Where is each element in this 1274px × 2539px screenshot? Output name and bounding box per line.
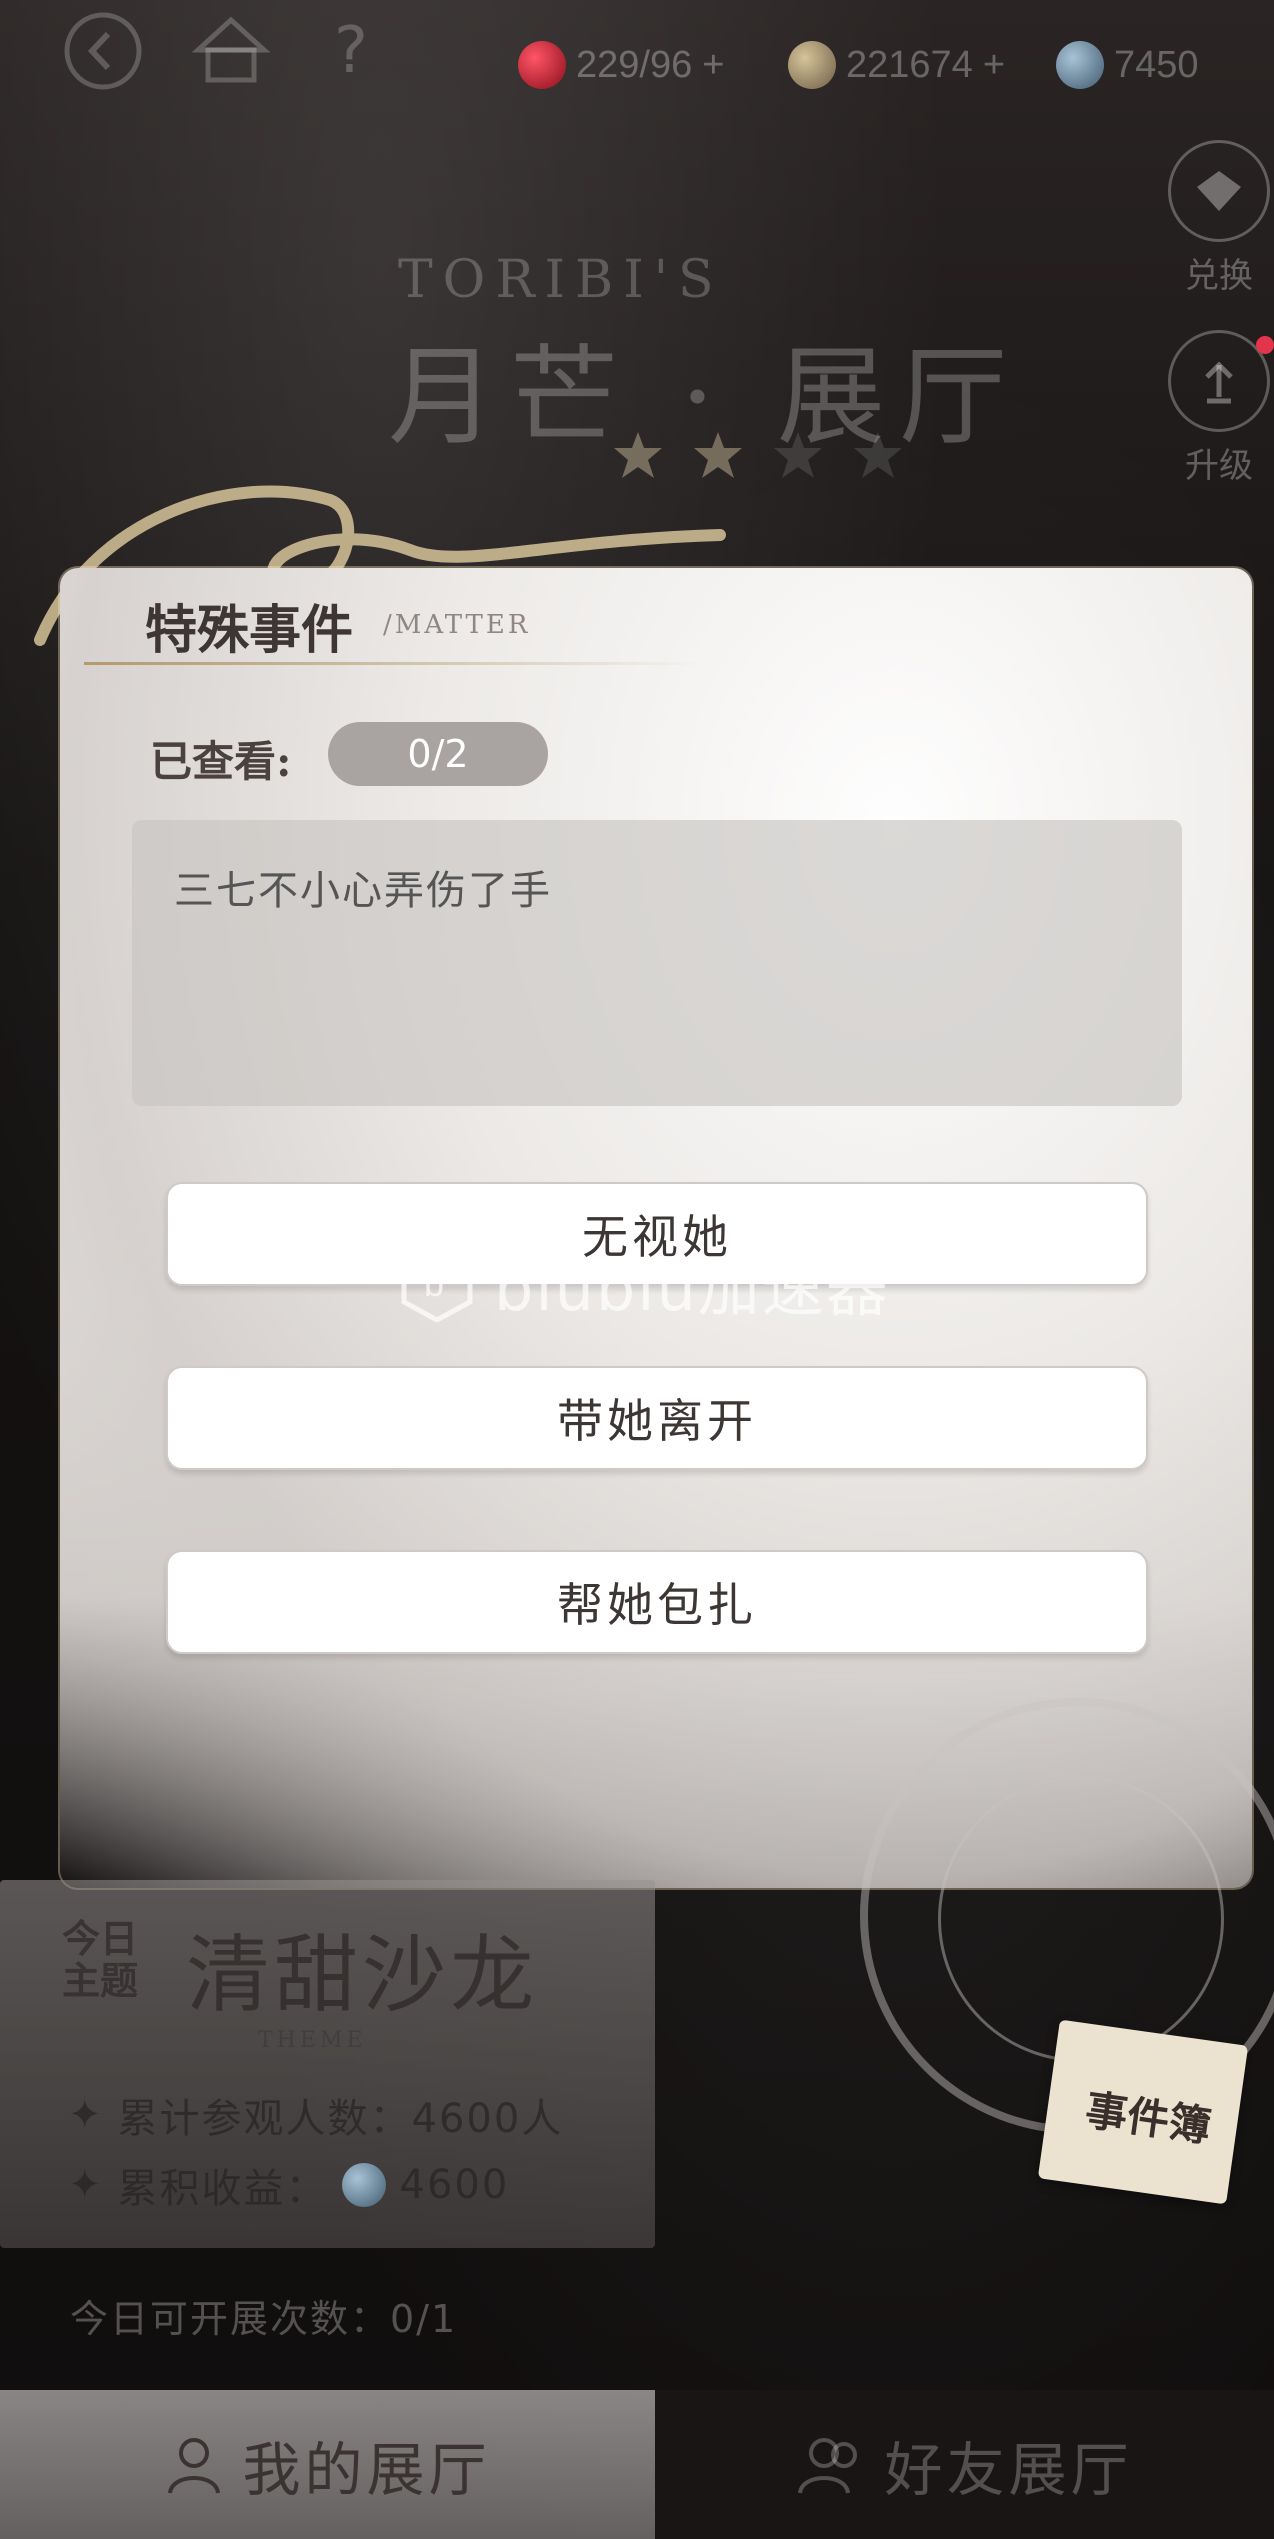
brand-english: TORIBI'S xyxy=(398,250,724,310)
exchange-button[interactable]: 兑换 xyxy=(1164,140,1274,297)
help-icon[interactable]: ? xyxy=(310,10,392,92)
income-value: 4600 xyxy=(399,2162,510,2208)
gold-resource[interactable]: 221674 + xyxy=(788,38,1005,92)
person-icon xyxy=(168,2437,221,2494)
event-notebook-button[interactable]: 事件簿 xyxy=(1037,2019,1249,2205)
visitors-label: 累计参观人数：4600人 xyxy=(117,2096,564,2142)
watermark-text: biubiu加速器 xyxy=(494,1252,890,1325)
event-description: 三七不小心弄伤了手 xyxy=(174,868,552,914)
exchange-icon xyxy=(1168,140,1270,242)
ruby-resource[interactable]: 229/96 + xyxy=(518,38,724,92)
choice-bandage-button[interactable]: 帮她包扎 xyxy=(166,1550,1148,1654)
theme-name: 清甜沙龙 xyxy=(186,1926,539,2024)
panel-title: 特殊事件 xyxy=(145,600,354,661)
gold-value: 221674 xyxy=(846,43,973,86)
home-icon[interactable] xyxy=(190,10,272,92)
title-divider xyxy=(84,662,704,665)
gold-plus-button[interactable]: + xyxy=(983,44,1005,87)
upgrade-label: 升级 xyxy=(1185,446,1253,486)
gold-coin-icon xyxy=(788,41,836,89)
svg-text:b: b xyxy=(424,1263,446,1304)
theme-english: THEME xyxy=(258,2028,367,2053)
watermark: b biubiu加速器 xyxy=(398,1238,890,1328)
income-stat: ✦ 累积收益： 4600 xyxy=(68,2156,509,2214)
panel-title-english: /MATTER xyxy=(383,610,531,640)
tab-friend-hall[interactable]: 好友展厅 xyxy=(655,2390,1274,2539)
income-label: 累积收益： xyxy=(117,2166,328,2212)
tab-my-hall[interactable]: 我的展厅 xyxy=(0,2390,655,2539)
tab-my-hall-label: 我的展厅 xyxy=(242,2435,491,2504)
open-count: 今日可开展次数：0/1 xyxy=(70,2297,458,2341)
exchange-label: 兑换 xyxy=(1185,256,1253,296)
sparkle-icon: ✦ xyxy=(68,2162,104,2208)
viewed-count-badge: 0/2 xyxy=(328,722,548,786)
gem-value: 7450 xyxy=(1114,43,1199,86)
visitors-stat: ✦ 累计参观人数：4600人 xyxy=(68,2086,563,2144)
sparkle-icon: ✦ xyxy=(68,2092,104,2138)
ruby-value: 229/96 xyxy=(576,43,693,86)
choice-take-away-button[interactable]: 带她离开 xyxy=(166,1366,1148,1470)
gem-resource[interactable]: 7450 xyxy=(1056,38,1199,92)
ruby-icon xyxy=(518,41,566,89)
back-icon[interactable] xyxy=(62,10,144,92)
blue-gem-icon xyxy=(1056,41,1104,89)
theme-tag: 今日主题 xyxy=(62,1916,139,2003)
tab-friend-hall-label: 好友展厅 xyxy=(884,2435,1133,2504)
star-empty-icon xyxy=(774,432,822,478)
star-empty-icon xyxy=(854,432,902,478)
upgrade-icon xyxy=(1168,330,1270,432)
event-description-box: 三七不小心弄伤了手 xyxy=(132,820,1182,1106)
notification-dot xyxy=(1256,336,1274,354)
ruby-plus-button[interactable]: + xyxy=(702,44,724,87)
upgrade-button[interactable]: 升级 xyxy=(1164,330,1274,487)
friends-icon xyxy=(798,2437,858,2494)
blue-gem-icon xyxy=(341,2163,386,2207)
notebook-label: 事件簿 xyxy=(1082,2085,1214,2152)
viewed-label: 已查看: xyxy=(150,737,292,786)
biubiu-logo-icon: b xyxy=(401,1245,473,1322)
